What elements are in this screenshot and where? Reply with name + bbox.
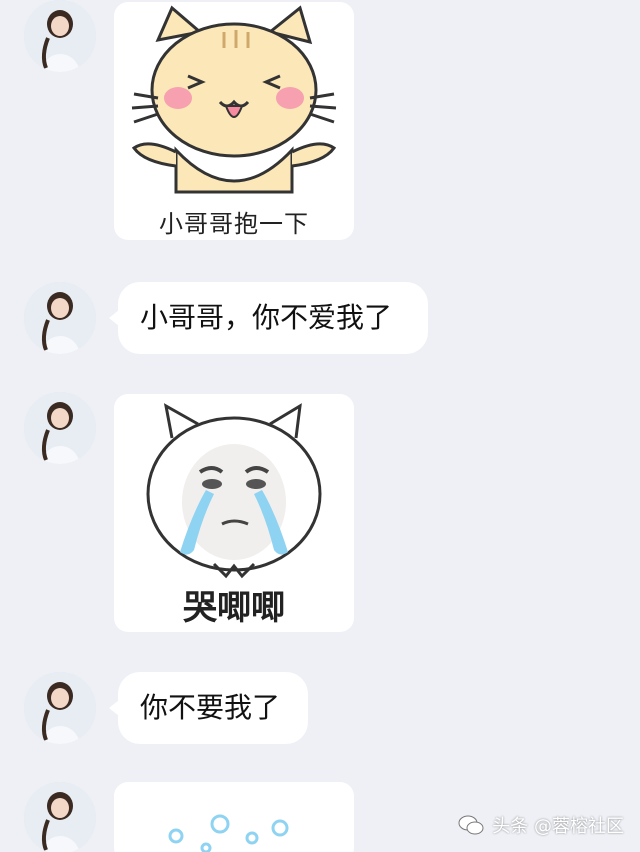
watermark-text: 头条 @蓉榕社区	[492, 816, 624, 837]
chat-conversation: 小哥哥抱一下 小哥哥，你不爱我了 哭唧唧 你不要我了 头条 @蓉榕社区	[0, 0, 640, 852]
hugging-cat-sticker	[131, 5, 337, 194]
crying-cat-face-sticker	[146, 403, 322, 579]
avatar-photo-icon	[24, 282, 96, 354]
watermark: 头条 @蓉榕社区	[458, 812, 624, 838]
sticker-caption: 哭唧唧	[183, 588, 285, 628]
avatar-photo-icon	[24, 782, 96, 852]
avatar-photo-icon	[24, 392, 96, 464]
text-message-bubble[interactable]: 小哥哥，你不爱我了	[109, 282, 428, 354]
sticker-message[interactable]: 哭唧唧	[114, 394, 354, 632]
avatar[interactable]	[24, 282, 96, 354]
avatar-photo-icon	[24, 0, 96, 72]
avatar[interactable]	[24, 0, 96, 72]
sticker-message[interactable]	[114, 782, 354, 852]
avatar-photo-icon	[24, 672, 96, 744]
message-text: 你不要我了	[140, 691, 281, 724]
avatar[interactable]	[24, 392, 96, 464]
avatar[interactable]	[24, 782, 96, 852]
avatar[interactable]	[24, 672, 96, 744]
message-text: 小哥哥，你不爱我了	[140, 301, 393, 334]
sticker-message[interactable]: 小哥哥抱一下	[114, 2, 354, 240]
wechat-bubble-icon	[458, 815, 484, 835]
bubbles-sticker	[168, 814, 289, 852]
text-message-bubble[interactable]: 你不要我了	[109, 672, 308, 744]
sticker-caption: 小哥哥抱一下	[159, 210, 309, 238]
